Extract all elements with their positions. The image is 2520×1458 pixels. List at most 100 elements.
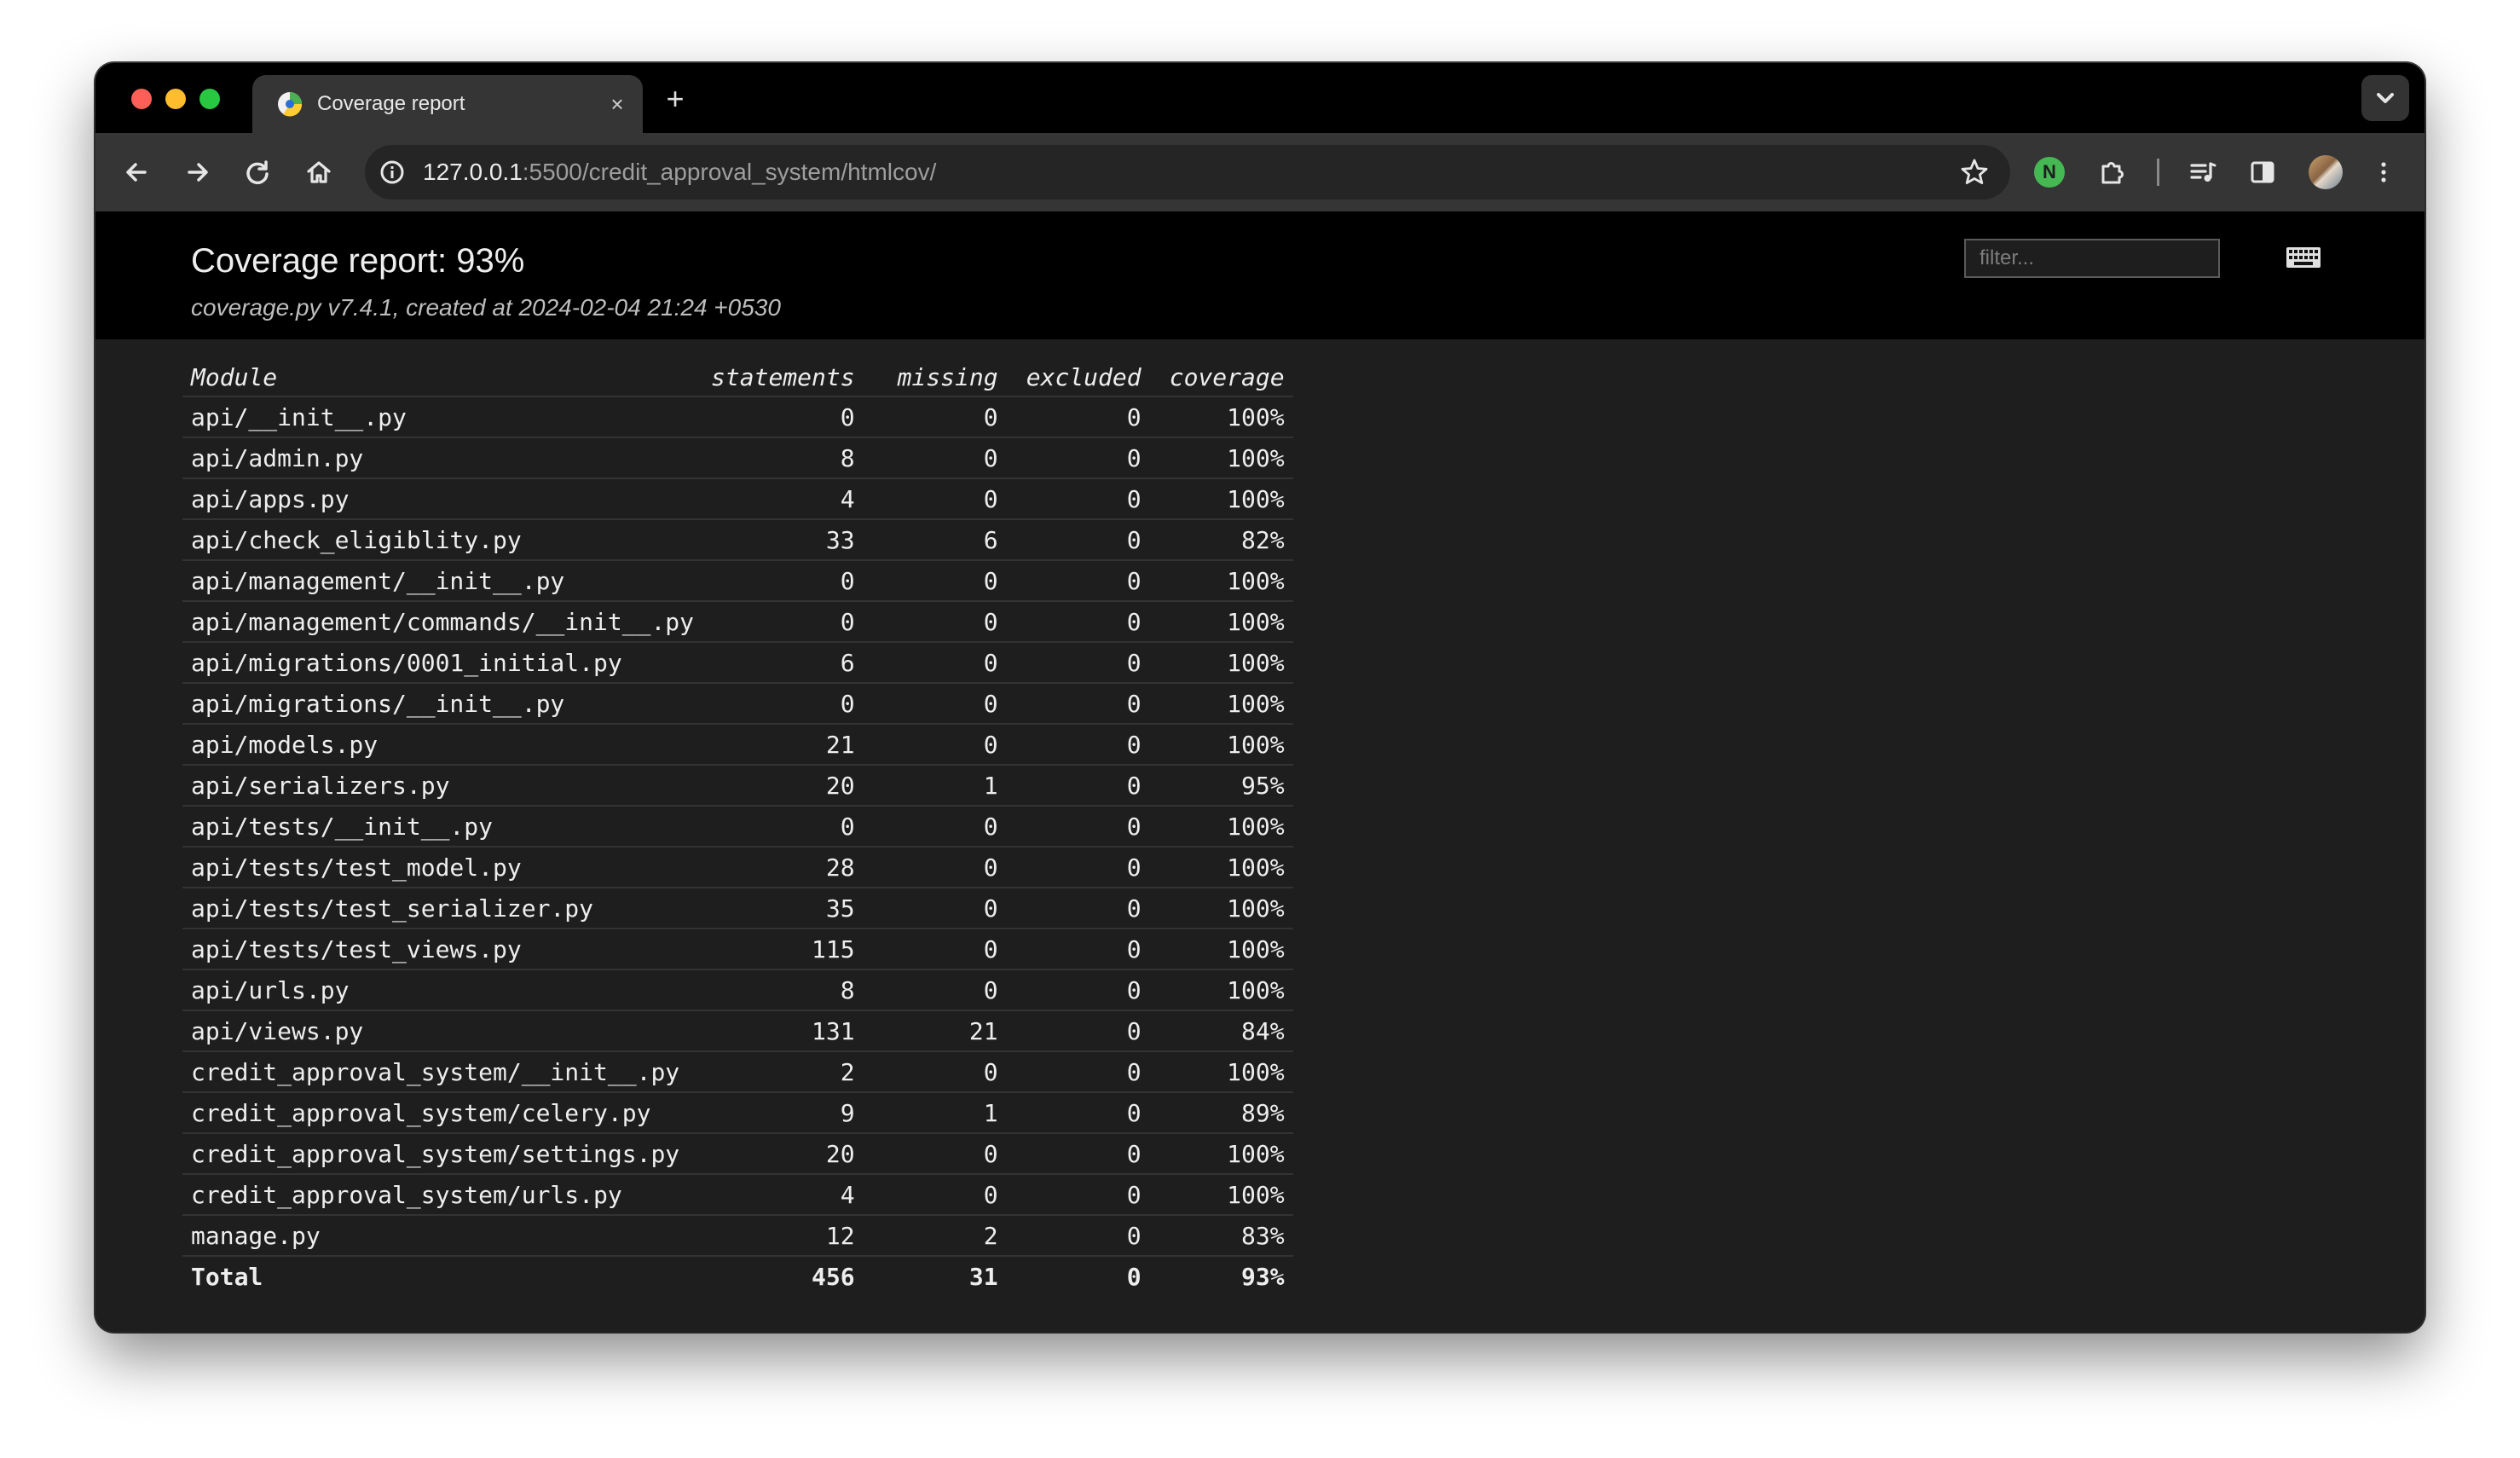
table-row: api/migrations/__init__.py 0 0 0 100% [182,682,1293,724]
bookmark-star-icon[interactable] [1959,157,1990,188]
missing-cell: 0 [863,682,1007,724]
module-name[interactable]: api/management/commands/__init__.py [182,600,703,642]
tab-search-chevron-icon [2377,93,2394,103]
tab-search-button[interactable] [2361,75,2409,121]
module-name[interactable]: api/tests/__init__.py [182,805,703,847]
module-name[interactable]: api/tests/test_serializer.py [182,887,703,929]
statements-cell: 33 [702,518,864,560]
table-row: credit_approval_system/__init__.py 2 0 0 100… [182,1050,1293,1092]
extension-n-icon[interactable]: N [2034,157,2065,188]
home-icon[interactable] [302,155,336,189]
module-name[interactable]: api/models.py [182,723,703,765]
table-row: credit_approval_system/celery.py 9 1 0 89% [182,1091,1293,1133]
url-host: 127.0.0.1 [423,159,523,185]
column-header-missing[interactable]: missing [864,358,1007,396]
reload-icon[interactable] [240,155,275,189]
profile-avatar[interactable] [2309,155,2343,189]
missing-cell: 0 [863,846,1007,888]
module-name[interactable]: api/tests/test_model.py [182,846,703,888]
new-tab-button[interactable]: + [662,84,689,114]
excluded-cell: 0 [1006,477,1150,519]
module-name[interactable]: credit_approval_system/__init__.py [182,1050,703,1092]
module-name[interactable]: api/migrations/0001_initial.py [182,641,703,683]
missing-cell: 0 [863,437,1007,478]
zoom-window-button[interactable] [199,89,220,109]
coverage-cell: 100% [1149,600,1293,642]
back-arrow-icon[interactable] [119,155,153,189]
excluded-cell: 0 [1006,437,1150,478]
excluded-cell: 0 [1006,518,1150,560]
module-name[interactable]: api/management/__init__.py [182,559,703,601]
excluded-cell: 0 [1006,764,1150,806]
statements-cell: 8 [702,437,864,478]
minimize-window-button[interactable] [165,89,186,109]
total-excluded: 0 [1006,1255,1150,1296]
coverage-cell: 100% [1149,396,1293,437]
table-body: api/__init__.py 0 0 0 100% api/admin.py 8 0 0 100… [182,396,1293,1256]
table-row: api/tests/test_model.py 28 0 0 100% [182,846,1293,888]
total-statements: 456 [702,1255,864,1296]
excluded-cell: 0 [1006,1091,1150,1133]
column-header-excluded[interactable]: excluded [1007,358,1150,396]
module-name[interactable]: manage.py [182,1214,703,1256]
module-name[interactable]: api/tests/test_views.py [182,928,703,969]
report-header: Coverage report: 93% coverage.py v7.4.1,… [95,211,2425,339]
module-name[interactable]: api/apps.py [182,477,703,519]
excluded-cell: 0 [1006,805,1150,847]
statements-cell: 115 [702,928,864,969]
keyboard-shortcuts-icon[interactable] [2286,247,2321,268]
module-name[interactable]: credit_approval_system/urls.py [182,1173,703,1215]
module-name[interactable]: credit_approval_system/settings.py [182,1132,703,1174]
table-row: api/migrations/0001_initial.py 6 0 0 100% [182,641,1293,683]
module-name[interactable]: api/admin.py [182,437,703,478]
coverage-cell: 100% [1149,846,1293,888]
media-queue-icon[interactable] [2186,155,2220,189]
module-name[interactable]: api/check_eligiblity.py [182,518,703,560]
coverage-table: Module statements missing excluded cover… [182,358,1293,1296]
missing-cell: 0 [863,477,1007,519]
kebab-menu-icon[interactable] [2367,155,2401,189]
module-name[interactable]: api/views.py [182,1010,703,1051]
tab-title: Coverage report [317,92,465,115]
excluded-cell: 0 [1006,1010,1150,1051]
table-row: api/urls.py 8 0 0 100% [182,969,1293,1010]
table-row: api/tests/__init__.py 0 0 0 100% [182,805,1293,847]
module-name[interactable]: api/urls.py [182,969,703,1010]
table-row: api/tests/test_views.py 115 0 0 100% [182,928,1293,969]
column-header-coverage[interactable]: coverage [1150,358,1293,396]
close-window-button[interactable] [131,89,152,109]
tab-coverage-report[interactable]: Coverage report × [252,75,643,133]
coverage-cell: 100% [1149,437,1293,478]
filter-input[interactable] [1964,239,2220,278]
extensions-puzzle-icon[interactable] [2095,155,2130,189]
table-header-row: Module statements missing excluded cover… [182,358,1293,396]
url-text[interactable]: 127.0.0.1:5500/credit_approval_system/ht… [423,159,936,186]
missing-cell: 1 [863,764,1007,806]
module-name[interactable]: api/serializers.py [182,764,703,806]
tab-close-icon[interactable]: × [605,92,629,116]
missing-cell: 6 [863,518,1007,560]
statements-cell: 131 [702,1010,864,1051]
statements-cell: 0 [702,559,864,601]
statements-cell: 0 [702,600,864,642]
coverage-cell: 82% [1149,518,1293,560]
statements-cell: 12 [702,1214,864,1256]
column-header-statements[interactable]: statements [702,358,864,396]
excluded-cell: 0 [1006,928,1150,969]
page-title: Coverage report: 93% [191,242,525,280]
column-header-module[interactable]: Module [182,358,702,396]
side-panel-icon[interactable] [2245,155,2280,189]
site-info-icon[interactable] [375,155,409,189]
statements-cell: 20 [702,1132,864,1174]
module-name[interactable]: api/__init__.py [182,396,703,437]
missing-cell: 0 [863,928,1007,969]
forward-arrow-icon[interactable] [181,155,215,189]
browser-toolbar: 127.0.0.1:5500/credit_approval_system/ht… [95,133,2425,211]
coverage-cell: 84% [1149,1010,1293,1051]
address-bar[interactable]: 127.0.0.1:5500/credit_approval_system/ht… [365,145,2010,200]
table-row: api/tests/test_serializer.py 35 0 0 100% [182,887,1293,929]
module-name[interactable]: api/migrations/__init__.py [182,682,703,724]
missing-cell: 0 [863,1132,1007,1174]
module-name[interactable]: credit_approval_system/celery.py [182,1091,703,1133]
excluded-cell: 0 [1006,723,1150,765]
